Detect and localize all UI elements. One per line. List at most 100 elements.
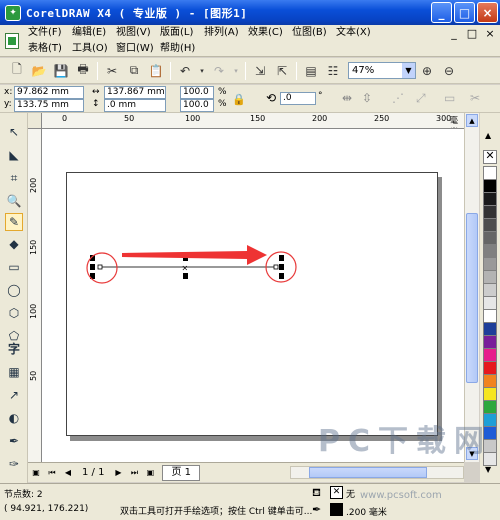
next-page-icon[interactable]: ▶ <box>112 467 124 479</box>
cut-icon[interactable]: ✂ <box>103 62 121 80</box>
node-delete-icon[interactable]: ⤢ <box>416 91 426 106</box>
color-swatch[interactable] <box>483 179 497 193</box>
smart-fill-tool-icon[interactable]: ◆ <box>5 235 23 253</box>
mirror-vertical-icon[interactable]: ⇳ <box>362 91 372 105</box>
selection-handle[interactable] <box>183 273 188 279</box>
menu-bitmaps[interactable]: 位图(B) <box>292 26 336 40</box>
shape-tool-icon[interactable]: ◣ <box>5 146 23 164</box>
menu-help[interactable]: 帮助(H) <box>160 42 204 56</box>
palette-scroll-up-icon[interactable]: ▲ <box>485 131 491 140</box>
left-ruler[interactable]: 200 150 100 50 <box>28 129 42 462</box>
menu-effects[interactable]: 效果(C) <box>248 26 292 40</box>
interactive-blend-tool-icon[interactable]: ◐ <box>5 409 23 427</box>
add-page-after-icon[interactable]: ▣ <box>144 467 156 479</box>
node-add-icon[interactable]: ⋰ <box>392 91 404 105</box>
width-field[interactable]: 137.867 mm <box>104 86 166 99</box>
welcome-icon[interactable]: ☷ <box>324 62 342 80</box>
document-icon[interactable] <box>5 33 19 49</box>
zoom-tool-icon[interactable]: 🔍 <box>5 192 23 210</box>
zoom-level-select[interactable]: 47% ▼ <box>348 62 416 79</box>
last-page-icon[interactable]: ⏭ <box>128 467 140 479</box>
color-swatch[interactable] <box>483 166 497 180</box>
menu-file[interactable]: 文件(F) <box>28 26 72 40</box>
add-page-icon[interactable]: ▣ <box>30 467 42 479</box>
selection-handle[interactable] <box>90 264 95 270</box>
color-swatch[interactable] <box>483 387 497 401</box>
color-swatch[interactable] <box>483 231 497 245</box>
prev-page-icon[interactable]: ◀ <box>62 467 74 479</box>
menu-window[interactable]: 窗口(W) <box>116 42 160 56</box>
doc-close-button[interactable]: × <box>484 27 496 40</box>
pick-tool-icon[interactable]: ↖ <box>5 123 23 141</box>
paste-icon[interactable]: 📋 <box>147 62 165 80</box>
scroll-thumb[interactable] <box>466 213 478 383</box>
color-swatch[interactable] <box>483 296 497 310</box>
outline-color-swatch[interactable] <box>330 503 343 516</box>
app-launcher-icon[interactable]: ▤ <box>302 62 320 80</box>
y-position-field[interactable]: 133.75 mm <box>14 99 84 112</box>
mirror-horizontal-icon[interactable]: ⇹ <box>342 91 352 105</box>
export-icon[interactable]: ⇱ <box>273 62 291 80</box>
ellipse-tool-icon[interactable]: ◯ <box>5 281 23 299</box>
menu-tools[interactable]: 工具(O) <box>72 42 116 56</box>
scroll-up-icon[interactable]: ▲ <box>466 114 478 127</box>
scale-y-field[interactable]: 100.0 <box>180 99 214 112</box>
scale-x-field[interactable]: 100.0 <box>180 86 214 99</box>
save-icon[interactable]: 💾 <box>52 62 70 80</box>
page-tab[interactable]: 页 1 <box>162 464 200 481</box>
close-button[interactable]: × <box>477 2 498 23</box>
height-field[interactable]: .0 mm <box>104 99 166 112</box>
menu-layout[interactable]: 版面(L) <box>160 26 204 40</box>
color-swatch[interactable] <box>483 244 497 258</box>
freehand-tool-icon[interactable]: ✎ <box>5 213 23 231</box>
doc-restore-button[interactable]: □ <box>466 27 478 40</box>
chevron-down-icon[interactable]: ▼ <box>402 63 415 78</box>
redo-dropdown-icon[interactable]: ▾ <box>232 62 240 80</box>
color-swatch[interactable] <box>483 283 497 297</box>
selection-handle[interactable] <box>279 255 284 261</box>
import-icon[interactable]: ⇲ <box>251 62 269 80</box>
color-swatch[interactable] <box>483 257 497 271</box>
menu-table[interactable]: 表格(T) <box>28 42 72 56</box>
color-swatch[interactable] <box>483 400 497 414</box>
selection-handle[interactable] <box>279 264 284 270</box>
color-swatch[interactable] <box>483 361 497 375</box>
rectangle-tool-icon[interactable]: ▭ <box>5 258 23 276</box>
new-icon[interactable]: 🗋 <box>8 62 26 80</box>
color-swatch[interactable] <box>483 309 497 323</box>
zoom-in-icon[interactable]: ⊕ <box>418 62 436 80</box>
lock-ratio-icon[interactable]: 🔒 <box>232 93 246 106</box>
text-tool-icon[interactable]: 字 <box>5 339 23 357</box>
undo-dropdown-icon[interactable]: ▾ <box>198 62 206 80</box>
palette-scroll-down-icon[interactable]: ▼ <box>485 465 491 474</box>
menu-view[interactable]: 视图(V) <box>116 26 160 40</box>
undo-icon[interactable]: ↶ <box>176 62 194 80</box>
drawing-canvas[interactable]: × <box>42 129 464 462</box>
rotation-field[interactable]: .0 <box>280 92 316 105</box>
outline-tool-icon[interactable]: ✑ <box>5 455 23 473</box>
polygon-tool-icon[interactable]: ⬡ <box>5 304 23 322</box>
selection-handle[interactable] <box>279 273 284 279</box>
eyedropper-tool-icon[interactable]: ✒ <box>5 432 23 450</box>
horizontal-scrollbar[interactable] <box>290 466 464 479</box>
maximize-button[interactable]: □ <box>454 2 475 23</box>
copy-icon[interactable]: ⧉ <box>125 62 143 80</box>
ruler-origin[interactable] <box>28 113 42 129</box>
zoom-out-icon[interactable]: ⊖ <box>440 62 458 80</box>
color-swatch[interactable] <box>483 192 497 206</box>
menu-edit[interactable]: 编辑(E) <box>72 26 116 40</box>
color-swatch[interactable] <box>483 335 497 349</box>
print-icon[interactable]: 🖶 <box>74 62 92 80</box>
redo-icon[interactable]: ↷ <box>210 62 228 80</box>
end-node[interactable] <box>273 264 279 270</box>
x-position-field[interactable]: 97.862 mm <box>14 86 84 99</box>
color-swatch[interactable] <box>483 322 497 336</box>
color-swatch[interactable] <box>483 218 497 232</box>
color-swatch[interactable] <box>483 348 497 362</box>
no-color-swatch[interactable]: ✕ <box>483 150 497 164</box>
start-node[interactable] <box>97 264 103 270</box>
dimension-tool-icon[interactable]: ↗ <box>5 386 23 404</box>
menu-arrange[interactable]: 排列(A) <box>204 26 248 40</box>
color-swatch[interactable] <box>483 270 497 284</box>
join-nodes-icon[interactable]: ▭ <box>444 91 455 105</box>
